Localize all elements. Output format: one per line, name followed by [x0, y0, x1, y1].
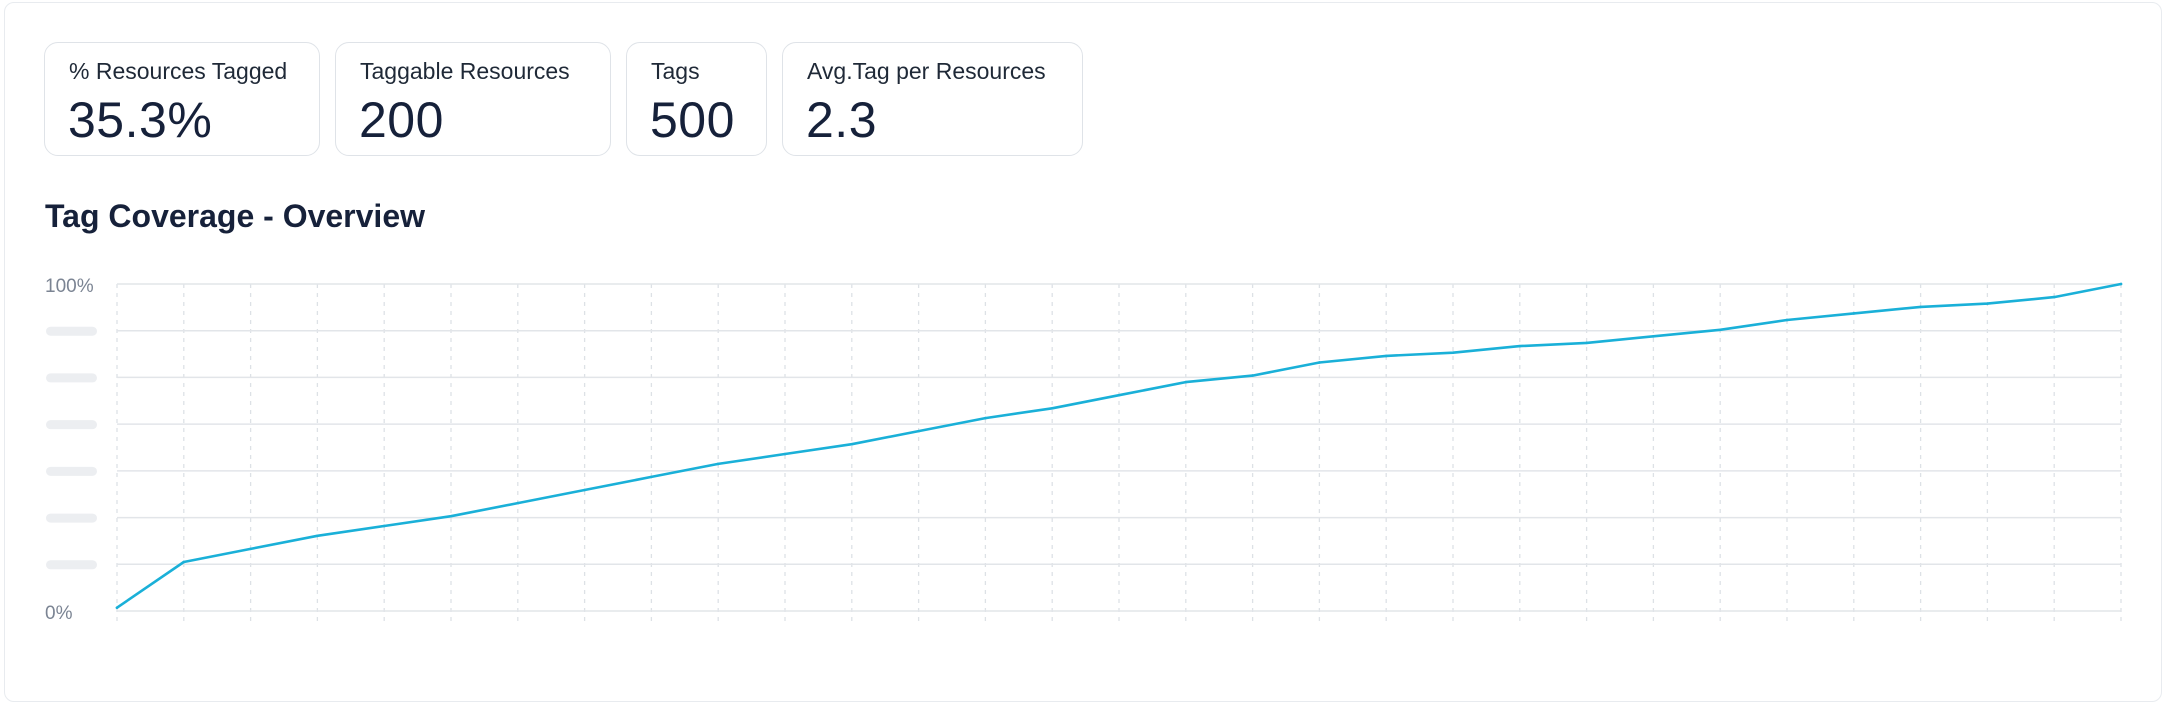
data-point [1986, 302, 1989, 305]
y-tick-placeholder [46, 513, 97, 523]
data-point [516, 501, 520, 505]
data-point [1251, 374, 1254, 377]
y-tick-placeholder [46, 326, 97, 336]
data-point [382, 524, 386, 528]
data-point [1384, 354, 1388, 358]
data-point [2119, 282, 2123, 286]
data-point [1585, 341, 1588, 345]
data-point [1184, 380, 1188, 384]
y-tick-placeholder [46, 560, 97, 570]
data-point [1050, 406, 1054, 410]
y-tick-label: 0% [45, 603, 73, 624]
y-tick-placeholder [46, 420, 97, 430]
y-tick-placeholder [46, 373, 97, 383]
data-point [115, 606, 119, 610]
tag-coverage-chart: 0% 100% [45, 276, 2123, 625]
data-point [1785, 318, 1789, 322]
y-tick-label: 100% [45, 276, 94, 297]
data-point [783, 452, 787, 456]
data-point [716, 462, 720, 466]
data-point [650, 475, 653, 479]
data-point [1318, 361, 1321, 364]
data-point [1117, 393, 1121, 397]
data-point [583, 488, 586, 492]
data-point [249, 547, 252, 551]
data-point [1852, 312, 1856, 315]
data-point [984, 416, 987, 420]
data-point [917, 429, 920, 433]
data-point [316, 534, 319, 538]
data-point [1518, 344, 1522, 348]
data-point [1652, 335, 1655, 338]
y-tick-placeholder [46, 466, 97, 476]
data-point [1718, 328, 1722, 332]
data-point [850, 442, 854, 446]
data-point [182, 560, 186, 564]
data-point [2052, 295, 2056, 299]
data-point [1919, 305, 1922, 309]
data-point [1451, 351, 1455, 354]
data-point [449, 514, 453, 518]
